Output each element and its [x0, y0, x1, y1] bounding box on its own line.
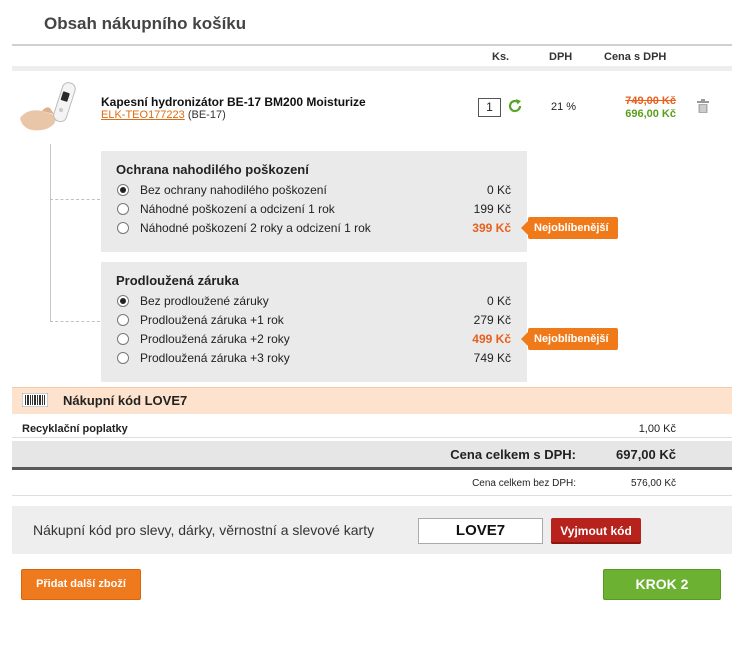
option-label: Prodloužená záruka +2 roky — [140, 332, 290, 346]
handheld-device-image[interactable] — [18, 78, 80, 134]
price-new: 696,00 Kč — [625, 108, 676, 120]
trash-icon[interactable] — [697, 99, 709, 113]
option-group-damage-protection: Ochrana nahodilého poškození Bez ochrany… — [101, 151, 527, 252]
option-label: Náhodné poškození 2 roky a odcizení 1 ro… — [140, 221, 371, 235]
product-code-suffix: (BE-17) — [187, 109, 226, 121]
option-price: 279 Kč — [473, 313, 511, 327]
product-code-link[interactable]: ELK-TEO177223 — [101, 109, 185, 121]
add-more-products-button[interactable]: Přidat další zboží — [21, 569, 141, 600]
option-label: Bez prodloužené záruky — [140, 294, 269, 308]
remove-code-button[interactable]: Vyjmout kód — [551, 518, 641, 544]
option-row[interactable]: Prodloužená záruka +1 rok 279 Kč — [117, 312, 511, 329]
column-header-price: Cena s DPH — [604, 51, 667, 63]
coupon-code-input[interactable]: LOVE7 — [418, 518, 543, 544]
radio-button[interactable] — [117, 314, 129, 326]
option-row[interactable]: Bez prodloužené záruky 0 Kč — [117, 293, 511, 310]
product-code: ELK-TEO177223 (BE-17) — [101, 109, 226, 121]
barcode-icon — [22, 393, 48, 407]
option-label: Prodloužená záruka +1 rok — [140, 313, 284, 327]
option-row[interactable]: Bez ochrany nahodilého poškození 0 Kč — [117, 182, 511, 199]
popular-badge: Nejoblíbenější — [521, 217, 618, 239]
option-price: 199 Kč — [473, 202, 511, 216]
product-name[interactable]: Kapesní hydronizátor BE-17 BM200 Moistur… — [101, 95, 366, 109]
total-gross-value: 697,00 Kč — [616, 447, 676, 462]
quantity-input[interactable]: 1 — [478, 98, 501, 117]
next-step-button[interactable]: KROK 2 — [603, 569, 721, 600]
recycling-fee-label: Recyklační poplatky — [22, 423, 128, 435]
radio-button[interactable] — [117, 352, 129, 364]
price-old: 749,00 Kč — [625, 95, 676, 107]
popular-badge: Nejoblíbenější — [521, 328, 618, 350]
option-row[interactable]: Prodloužená záruka +2 roky 499 Kč — [117, 331, 511, 348]
tree-connector — [50, 144, 51, 321]
divider — [12, 495, 732, 496]
promo-code-label: Nákupní kód LOVE7 — [63, 393, 188, 408]
option-row[interactable]: Náhodné poškození 2 roky a odcizení 1 ro… — [117, 220, 511, 237]
option-group-title: Ochrana nahodilého poškození — [116, 162, 309, 177]
radio-button[interactable] — [117, 333, 129, 345]
tree-branch — [50, 321, 100, 322]
divider — [12, 437, 732, 438]
page-title: Obsah nákupního košíku — [44, 14, 247, 33]
radio-button[interactable] — [117, 222, 129, 234]
header-band — [12, 66, 732, 71]
column-header-qty: Ks. — [492, 51, 510, 63]
refresh-icon[interactable] — [507, 98, 523, 114]
option-price: 499 Kč — [472, 332, 511, 346]
radio-button-selected[interactable] — [117, 184, 129, 196]
product-vat: 21 % — [551, 101, 577, 113]
option-price: 0 Kč — [486, 183, 511, 197]
option-label: Prodloužená záruka +3 roky — [140, 351, 290, 365]
option-row[interactable]: Prodloužená záruka +3 roky 749 Kč — [117, 350, 511, 367]
option-price: 0 Kč — [486, 294, 511, 308]
header-divider — [12, 44, 732, 46]
option-label: Bez ochrany nahodilého poškození — [140, 183, 327, 197]
column-header-vat: DPH — [549, 51, 573, 63]
coupon-label: Nákupní kód pro slevy, dárky, věrnostní … — [33, 522, 375, 538]
recycling-fee-value: 1,00 Kč — [638, 423, 676, 435]
radio-button-selected[interactable] — [117, 295, 129, 307]
option-group-extended-warranty: Prodloužená záruka Bez prodloužené záruk… — [101, 262, 527, 382]
radio-button[interactable] — [117, 203, 129, 215]
total-gross-label: Cena celkem s DPH: — [450, 447, 576, 462]
total-divider — [12, 467, 732, 470]
total-net-label: Cena celkem bez DPH: — [472, 478, 576, 489]
option-price: 399 Kč — [472, 221, 511, 235]
option-price: 749 Kč — [473, 351, 511, 365]
option-row[interactable]: Náhodné poškození a odcizení 1 rok 199 K… — [117, 201, 511, 218]
total-net-value: 576,00 Kč — [630, 478, 676, 489]
option-group-title: Prodloužená záruka — [116, 273, 239, 288]
tree-branch — [50, 199, 100, 200]
option-label: Náhodné poškození a odcizení 1 rok — [140, 202, 335, 216]
